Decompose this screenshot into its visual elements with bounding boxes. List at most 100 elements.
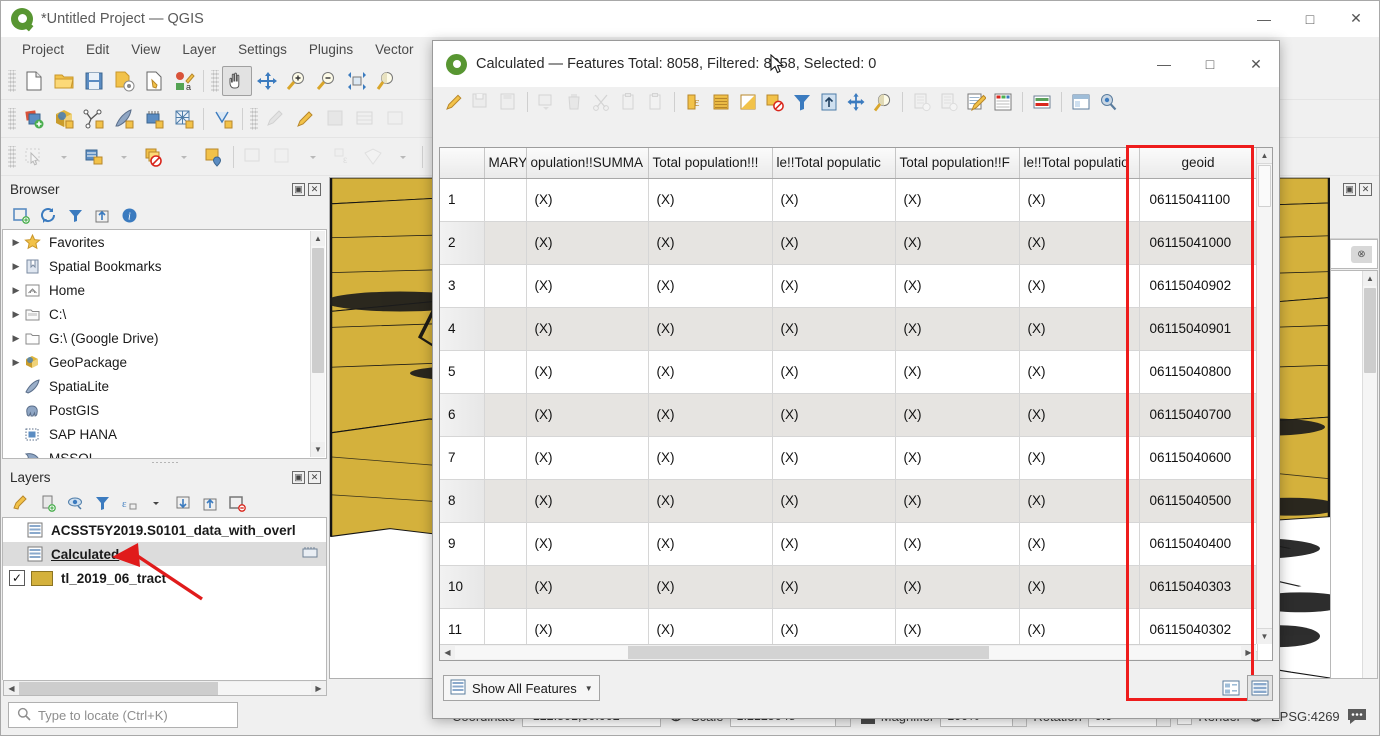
browser-item-mssql[interactable]: MSSQL xyxy=(3,446,326,459)
zoom-map-to-selected-icon[interactable] xyxy=(870,89,896,115)
deselect-dropdown-arrow-icon[interactable] xyxy=(109,142,139,172)
cell-c5[interactable]: (X) xyxy=(1019,221,1139,264)
layer-item-acsst5y2019[interactable]: ACSST5Y2019.S0101_data_with_overl xyxy=(3,518,326,542)
open-data-source-manager-icon[interactable] xyxy=(19,104,49,134)
zoom-in-icon[interactable] xyxy=(282,66,312,96)
row-number-cell[interactable]: 2 xyxy=(440,221,484,264)
table-row[interactable]: 2(X)(X)(X)(X)(X)06115041000 xyxy=(440,221,1257,264)
expand-arrow-icon[interactable]: ▶ xyxy=(9,237,23,248)
pan-map-icon[interactable] xyxy=(222,66,252,96)
copy-features-icon[interactable] xyxy=(615,89,641,115)
refresh-icon[interactable] xyxy=(37,204,59,226)
column-header-c4[interactable]: Total population!!F xyxy=(895,148,1019,178)
cell-summary[interactable] xyxy=(484,565,526,608)
filter-dropdown-arrow-icon[interactable] xyxy=(145,492,167,514)
table-row[interactable]: 7(X)(X)(X)(X)(X)06115040600 xyxy=(440,436,1257,479)
filter-select-icon[interactable] xyxy=(789,89,815,115)
select-features-icon[interactable] xyxy=(19,142,49,172)
cell-c3[interactable]: (X) xyxy=(772,522,895,565)
browser-tree[interactable]: ▶ Favorites ▶ Spatial Bookmarks ▶ Home ▶ xyxy=(2,229,327,459)
toggle-editing-icon[interactable] xyxy=(291,104,321,134)
cell-summary[interactable] xyxy=(484,221,526,264)
chevron-down-icon[interactable]: ▼ xyxy=(585,684,593,693)
scroll-thumb[interactable] xyxy=(1364,288,1376,373)
table-vertical-scrollbar[interactable]: ▲ ▼ xyxy=(1256,148,1272,644)
add-feature-icon[interactable] xyxy=(534,89,560,115)
toolbar-grip[interactable] xyxy=(8,70,16,92)
cell-c1[interactable]: (X) xyxy=(526,221,648,264)
clear-search-icon[interactable]: ⊗ xyxy=(1351,246,1372,263)
table-row[interactable]: 10(X)(X)(X)(X)(X)06115040303 xyxy=(440,565,1257,608)
cell-c4[interactable]: (X) xyxy=(895,350,1019,393)
delete-selected-icon[interactable] xyxy=(561,89,587,115)
close-icon[interactable]: ✕ xyxy=(308,471,321,484)
undock-icon[interactable]: ▣ xyxy=(292,183,305,196)
crs-label[interactable]: EPSG:4269 xyxy=(1271,709,1340,724)
measure-dropdown-arrow-icon[interactable] xyxy=(298,142,328,172)
statistical-summary-icon[interactable]: ε xyxy=(328,142,358,172)
cell-geoid[interactable]: 06115040700 xyxy=(1139,393,1257,436)
locator-search-box[interactable]: Type to locate (Ctrl+K) xyxy=(8,702,238,728)
cell-c3[interactable]: (X) xyxy=(772,565,895,608)
deselect-icon[interactable] xyxy=(79,142,109,172)
table-row[interactable]: 8(X)(X)(X)(X)(X)06115040500 xyxy=(440,479,1257,522)
cell-c3[interactable]: (X) xyxy=(772,178,895,221)
add-delimited-text-layer-icon[interactable] xyxy=(169,104,199,134)
cell-c5[interactable]: (X) xyxy=(1019,307,1139,350)
cell-c3[interactable]: (X) xyxy=(772,264,895,307)
pan-map-to-selected-icon[interactable] xyxy=(843,89,869,115)
zoom-out-icon[interactable] xyxy=(312,66,342,96)
select-dropdown-arrow-icon[interactable] xyxy=(49,142,79,172)
cell-c2[interactable]: (X) xyxy=(648,565,772,608)
browser-item-c-drive[interactable]: ▶ C:\ xyxy=(3,302,326,326)
editing-icon[interactable] xyxy=(302,546,318,563)
properties-icon[interactable]: i xyxy=(118,204,140,226)
organize-columns-icon[interactable] xyxy=(1029,89,1055,115)
add-wms-layer-icon[interactable] xyxy=(49,104,79,134)
zoom-full-icon[interactable] xyxy=(342,66,372,96)
undock-icon[interactable]: ▣ xyxy=(292,471,305,484)
layer-item-tl-2019-06-tract[interactable]: ✓ tl_2019_06_tract xyxy=(3,566,326,590)
new-project-icon[interactable] xyxy=(19,66,49,96)
style-manager-icon[interactable]: a xyxy=(169,66,199,96)
close-icon[interactable]: ✕ xyxy=(1359,183,1372,196)
close-icon[interactable]: ✕ xyxy=(1233,46,1279,82)
save-edits-icon[interactable] xyxy=(468,89,494,115)
cell-c5[interactable]: (X) xyxy=(1019,522,1139,565)
scroll-down-icon[interactable]: ▼ xyxy=(1257,628,1272,644)
open-attribute-table-icon[interactable] xyxy=(351,104,381,134)
cell-c2[interactable]: (X) xyxy=(648,436,772,479)
maximize-icon[interactable]: □ xyxy=(1187,46,1233,82)
toolbar-grip[interactable] xyxy=(250,108,258,130)
add-virtual-layer-icon[interactable] xyxy=(208,104,238,134)
cell-c4[interactable]: (X) xyxy=(895,307,1019,350)
right-panel-list[interactable]: ▲ xyxy=(1330,270,1378,679)
cell-summary[interactable] xyxy=(484,479,526,522)
scroll-thumb[interactable] xyxy=(19,682,218,695)
toolbar-grip[interactable] xyxy=(8,108,16,130)
cell-c1[interactable]: (X) xyxy=(526,436,648,479)
minimize-icon[interactable]: — xyxy=(1141,46,1187,82)
cell-summary[interactable] xyxy=(484,350,526,393)
cell-c5[interactable]: (X) xyxy=(1019,479,1139,522)
deselect-all-icon[interactable] xyxy=(762,89,788,115)
save-project-icon[interactable] xyxy=(79,66,109,96)
manage-visibility-icon[interactable] xyxy=(64,492,86,514)
menu-layer[interactable]: Layer xyxy=(171,39,227,60)
collapse-all-icon[interactable] xyxy=(91,204,113,226)
cell-geoid[interactable]: 06115041000 xyxy=(1139,221,1257,264)
cell-c5[interactable]: (X) xyxy=(1019,178,1139,221)
table-row[interactable]: 6(X)(X)(X)(X)(X)06115040700 xyxy=(440,393,1257,436)
expand-arrow-icon[interactable]: ▶ xyxy=(9,309,23,320)
column-header-c2[interactable]: Total population!!! xyxy=(648,148,772,178)
expand-arrow-icon[interactable]: ▶ xyxy=(9,333,23,344)
new-print-layout-icon[interactable] xyxy=(139,66,169,96)
cell-geoid[interactable]: 06115040303 xyxy=(1139,565,1257,608)
open-field-calculator-icon[interactable] xyxy=(963,89,989,115)
cell-c4[interactable]: (X) xyxy=(895,479,1019,522)
toggle-editing-icon[interactable] xyxy=(441,89,467,115)
browser-item-geopackage[interactable]: ▶ GeoPackage xyxy=(3,350,326,374)
form-view-icon[interactable] xyxy=(1218,675,1244,701)
scroll-thumb[interactable] xyxy=(312,248,324,373)
measure-icon[interactable] xyxy=(268,142,298,172)
